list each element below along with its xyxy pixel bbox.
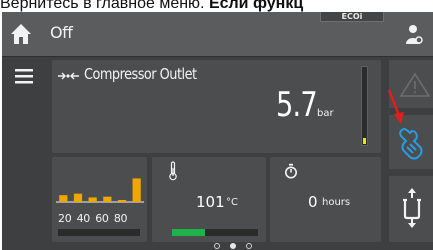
adjust-button[interactable] [389,176,433,242]
hours-unit: hours [322,197,351,208]
machine-state-title: Off [50,23,73,42]
page-dot[interactable] [230,243,236,249]
temperature-level-bar [172,229,258,236]
outlet-arrows-icon [58,72,79,80]
histogram-bar [103,196,112,202]
page-dot[interactable] [214,243,220,249]
temperature-unit: °C [226,197,238,208]
histogram-label-20: 20 [58,212,72,225]
home-button[interactable] [8,20,34,48]
thermometer-icon [169,161,177,181]
user-access-button[interactable] [404,20,424,48]
temperature-level-fill [172,229,205,236]
histogram-bar [88,197,97,202]
load-histogram-panel[interactable]: 20 40 60 80 [52,157,147,242]
caption-bold-text: Если функц [204,0,304,12]
eco-label: ECOi [320,12,384,22]
temperature-value: 101 [196,193,225,211]
controller-screen: Off ECOi Compressor Outlet 5.7 bar 20 40… [2,12,433,250]
user-icon [406,25,423,44]
pressure-level-bar [361,66,368,146]
hamburger-menu-icon [15,69,33,84]
menu-button[interactable] [14,67,36,85]
stopwatch-icon [285,163,297,179]
histogram-bar [132,178,141,202]
page-dot[interactable] [246,243,252,249]
pressure-value: 5.7 [276,85,318,125]
caption-text: Вернитесь в главное меню. [0,0,205,12]
hours-value: 0 [308,193,318,211]
histogram-axis-labels: 20 40 60 80 [58,212,142,225]
adjust-arrows-icon [403,188,421,228]
histogram-footer-bar [58,229,140,236]
compressor-outlet-label: Compressor Outlet [84,65,197,83]
histogram-bar [73,193,83,202]
page-indicator [208,241,258,250]
compressor-outlet-panel[interactable]: Compressor Outlet 5.7 bar [52,60,381,153]
load-histogram-chart [56,178,144,203]
histogram-bar [59,195,68,202]
pressure-unit: bar [317,108,334,119]
service-wrench-icon [399,127,423,160]
red-pointer-arrow [387,89,404,124]
histogram-label-40: 40 [76,212,91,225]
histogram-label-60: 60 [95,212,109,225]
pressure-level-fill [363,138,366,144]
top-bar: Off ECOi [2,12,433,57]
histogram-label-80: 80 [113,212,128,225]
home-icon [11,24,31,44]
running-hours-panel[interactable]: 0 hours [270,157,381,242]
instruction-caption: Вернитесь в главное меню. Если функц [0,0,433,12]
temperature-panel[interactable]: 101 °C [152,157,266,242]
histogram-bar [117,200,127,202]
